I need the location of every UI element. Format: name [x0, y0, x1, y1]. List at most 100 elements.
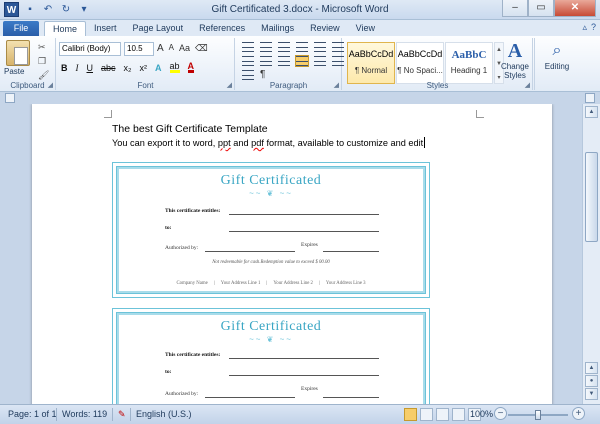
print-layout-icon[interactable] [404, 408, 417, 421]
browse-object-icon[interactable]: ● [585, 375, 598, 387]
zoom-level[interactable]: 100% [470, 409, 493, 419]
text-cursor [424, 137, 426, 148]
expires-line [323, 397, 379, 398]
proofing-icon[interactable]: ✎ [118, 409, 126, 420]
change-styles-icon: A [507, 40, 523, 62]
clear-formatting-icon[interactable]: ⌫ [195, 43, 208, 54]
bullets-icon[interactable] [242, 42, 254, 52]
tab-view[interactable]: View [348, 21, 383, 36]
title-bar: W ▪ ↶ ↻ ▾ Gift Certificated 3.docx - Mic… [0, 0, 600, 20]
certificate-title: Gift Certificated [220, 319, 322, 334]
minimize-button[interactable]: – [502, 0, 528, 17]
help-icon[interactable]: ? [591, 22, 596, 33]
tab-references[interactable]: References [191, 21, 253, 36]
font-launcher-icon[interactable]: ◢ [227, 81, 232, 89]
font-size-select[interactable]: 10.5 [124, 42, 154, 56]
grow-font-button[interactable]: A [157, 43, 164, 54]
ribbon: Paste ✂ ❐ 🖌 Clipboard ◢ Calibri (Body) 1… [0, 36, 600, 92]
editing-button[interactable]: ⌕ Editing [542, 40, 572, 71]
paragraph-launcher-icon[interactable]: ◢ [334, 81, 339, 89]
certificate-ornament: ~~ ❦ ~~ [249, 189, 293, 198]
paste-button[interactable]: Paste [4, 67, 24, 76]
paragraph-label: Paragraph [269, 81, 308, 90]
font-color-button[interactable]: A [187, 62, 195, 73]
style-normal[interactable]: AaBbCcDd ¶ Normal [347, 42, 395, 84]
show-formatting-icon[interactable]: ¶ [260, 70, 265, 80]
language-indicator[interactable]: English (U.S.) [136, 409, 192, 419]
maximize-button[interactable]: ▭ [528, 0, 554, 17]
zoom-in-button[interactable]: + [572, 407, 585, 420]
superscript-button[interactable]: x² [140, 63, 148, 73]
align-right-icon[interactable] [278, 56, 290, 66]
tab-file[interactable]: File [3, 21, 39, 36]
paste-icon[interactable] [6, 40, 30, 66]
align-left-icon[interactable] [242, 56, 254, 66]
tab-mailings[interactable]: Mailings [253, 21, 302, 36]
authorized-label: Authorized by: [165, 245, 199, 251]
cut-icon[interactable]: ✂ [38, 42, 49, 53]
scroll-thumb[interactable] [585, 152, 598, 242]
underline-button[interactable]: U [87, 63, 94, 73]
full-screen-reading-icon[interactable] [420, 408, 433, 421]
borders-icon[interactable] [242, 70, 254, 80]
tab-insert[interactable]: Insert [86, 21, 125, 36]
multilevel-list-icon[interactable] [278, 42, 290, 52]
next-page-icon[interactable]: ▼ [585, 388, 598, 400]
ruler-area [0, 92, 600, 104]
to-line [229, 375, 379, 376]
scroll-up-icon[interactable]: ▲ [585, 106, 598, 118]
font-group: Calibri (Body) 10.5 A A Aa ⌫ B I U abc x… [57, 38, 235, 90]
document-text[interactable]: You can export it to word, ppt and pdf f… [112, 137, 426, 148]
minimize-ribbon-icon[interactable]: ▵ [582, 22, 587, 33]
line-spacing-icon[interactable] [314, 56, 326, 66]
document-area[interactable]: The best Gift Certificate Template You c… [0, 104, 582, 404]
zoom-slider-thumb[interactable] [535, 410, 541, 420]
bold-button[interactable]: B [61, 63, 68, 73]
page-count[interactable]: Page: 1 of 1 [8, 409, 57, 419]
numbering-icon[interactable] [260, 42, 272, 52]
font-label: Font [137, 81, 154, 90]
gift-certificate[interactable]: Gift Certificated ~~ ❦ ~~ This certifica… [112, 308, 430, 404]
vertical-scrollbar[interactable]: ▲ ▲ ● ▼ [582, 104, 600, 404]
expires-line [323, 251, 379, 252]
tab-review[interactable]: Review [302, 21, 348, 36]
increase-indent-icon[interactable] [314, 42, 326, 52]
certificate-footer: Company Name | Your Address Line 1 | Your … [176, 281, 366, 286]
previous-page-icon[interactable]: ▲ [585, 362, 598, 374]
decrease-indent-icon[interactable] [296, 42, 308, 52]
change-styles-button[interactable]: A Change Styles [499, 40, 531, 80]
italic-button[interactable]: I [76, 63, 79, 73]
subscript-button[interactable]: x₂ [124, 63, 132, 73]
justify-icon[interactable] [295, 55, 309, 67]
clipboard-group: Paste ✂ ❐ 🖌 Clipboard ◢ [0, 38, 56, 90]
shrink-font-button[interactable]: A [169, 43, 174, 54]
document-heading[interactable]: The best Gift Certificate Template [112, 123, 268, 135]
font-name-select[interactable]: Calibri (Body) [59, 42, 121, 56]
document-page[interactable]: The best Gift Certificate Template You c… [32, 104, 552, 404]
gift-certificate[interactable]: Gift Certificated ~~ ❦ ~~ This certifica… [112, 162, 430, 298]
certificate-note: Not redeemable for cash.Redemption value… [212, 260, 330, 265]
change-case-button[interactable]: Aa [179, 43, 190, 54]
strikethrough-button[interactable]: abc [101, 63, 116, 73]
ribbon-tabs: File Home Insert Page Layout References … [0, 20, 600, 36]
tab-page-layout[interactable]: Page Layout [125, 21, 192, 36]
style-no-spacing[interactable]: AaBbCcDd ¶ No Spaci... [396, 42, 444, 84]
entitles-label: This certificate entitles: [165, 352, 221, 358]
zoom-out-button[interactable]: − [494, 407, 507, 420]
highlight-button[interactable]: ab [169, 62, 180, 73]
crop-mark [104, 110, 112, 118]
outline-icon[interactable] [452, 408, 465, 421]
format-painter-icon[interactable]: 🖌 [38, 70, 49, 81]
to-label: to: [165, 369, 172, 375]
web-layout-icon[interactable] [436, 408, 449, 421]
view-ruler-icon[interactable] [585, 93, 595, 103]
word-count[interactable]: Words: 119 [62, 409, 107, 419]
text-effects-button[interactable]: A [155, 63, 162, 73]
style-heading-1[interactable]: AaBbC Heading 1 [445, 42, 493, 84]
close-button[interactable]: ✕ [554, 0, 596, 17]
copy-icon[interactable]: ❐ [38, 56, 49, 67]
tab-home[interactable]: Home [44, 21, 87, 36]
tab-selector-icon[interactable] [5, 93, 15, 103]
clipboard-launcher-icon[interactable]: ◢ [48, 81, 53, 89]
align-center-icon[interactable] [260, 56, 272, 66]
